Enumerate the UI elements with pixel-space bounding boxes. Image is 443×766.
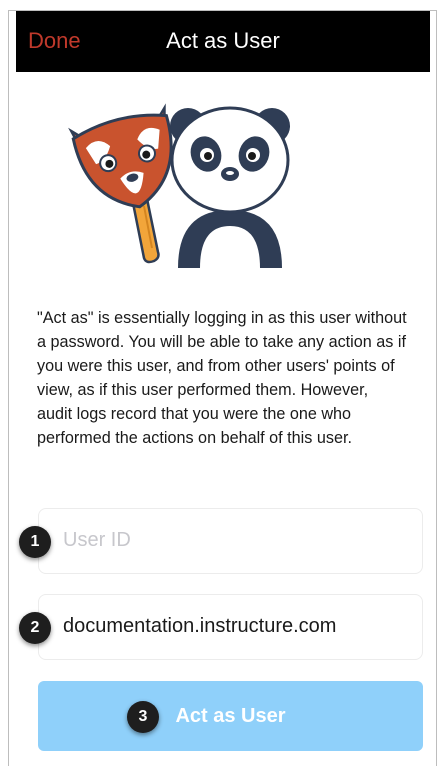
step-marker-1: 1	[19, 526, 51, 558]
frame-border-left	[8, 10, 9, 766]
screen: Done Act as User "Act as" is essentially…	[0, 0, 443, 766]
frame-border-right	[436, 10, 437, 766]
domain-value: documentation.instructure.com	[63, 615, 337, 637]
panda-mascot	[170, 106, 290, 268]
step-marker-3: 3	[127, 701, 159, 733]
domain-field[interactable]: documentation.instructure.com	[38, 594, 423, 660]
mascot-illustration	[68, 103, 290, 268]
step-marker-2: 2	[19, 612, 51, 644]
user-id-placeholder: User ID	[63, 529, 131, 551]
act-as-description: "Act as" is essentially logging in as th…	[37, 309, 407, 447]
red-panda-mascot	[68, 103, 173, 209]
navigation-bar: Done Act as User	[16, 11, 430, 72]
user-id-field[interactable]: User ID	[38, 508, 423, 574]
page-title: Act as User	[166, 28, 280, 53]
act-as-user-button-label: Act as User	[175, 705, 286, 727]
act-as-user-button[interactable]: Act as User	[38, 681, 423, 751]
